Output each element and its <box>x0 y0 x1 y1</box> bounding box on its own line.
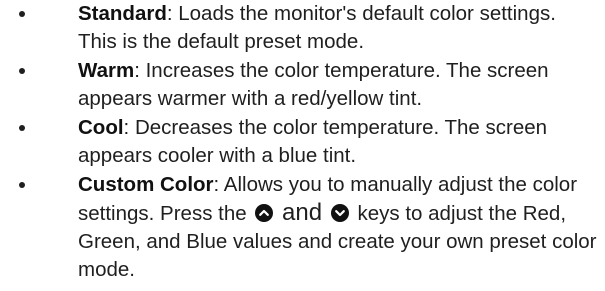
list-item-standard: Standard: Loads the monitor's default co… <box>0 0 605 56</box>
list-item-cool: Cool: Decreases the color temperature. T… <box>0 114 605 170</box>
term-custom-color: Custom Color <box>78 173 214 196</box>
list-item-custom-color: Custom Color: Allows you to manually adj… <box>0 171 605 284</box>
term-warm: Warm <box>78 59 135 82</box>
preset-mode-list: Standard: Loads the monitor's default co… <box>0 0 605 284</box>
bullet <box>19 182 25 188</box>
down-arrow-key-icon <box>330 204 349 222</box>
bullet <box>19 68 25 74</box>
description-cool: : Decreases the color temperature. The s… <box>78 116 548 167</box>
and-word: and <box>282 199 323 226</box>
bullet <box>19 11 25 17</box>
term-standard: Standard <box>78 2 167 25</box>
bullet <box>19 125 25 131</box>
description-warm: : Increases the color temperature. The s… <box>78 59 549 110</box>
list-item-warm: Warm: Increases the color temperature. T… <box>0 57 605 113</box>
up-arrow-key-icon <box>255 204 274 222</box>
term-cool: Cool <box>78 116 124 139</box>
